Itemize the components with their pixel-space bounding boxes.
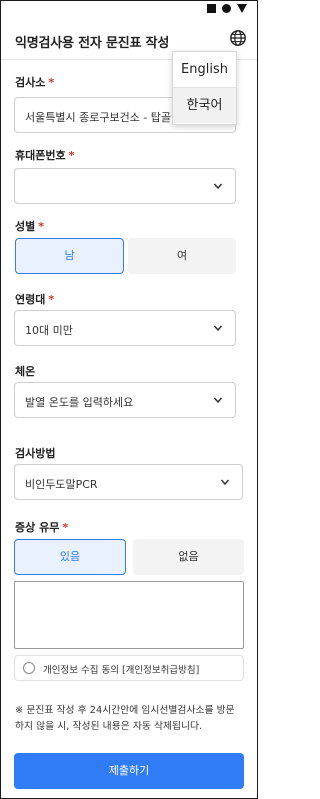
language-menu: English 한국어 (172, 51, 237, 125)
app-frame: 익명검사용 전자 문진표 작성 English 한국어 검사소 * 서울특별시 종… (0, 0, 258, 799)
temperature-placeholder: 발열 온도를 입력하세요 (25, 396, 134, 409)
symptoms-label: 증상 유무 * (15, 521, 69, 534)
language-option-korean[interactable]: 한국어 (173, 87, 236, 123)
status-square-icon (207, 4, 216, 13)
page-title: 익명검사용 전자 문진표 작성 (15, 36, 170, 51)
temperature-label: 체온 (15, 365, 36, 378)
required-mark: * (62, 521, 69, 534)
temperature-select[interactable]: 발열 온도를 입력하세요 (14, 382, 236, 418)
symptoms-option-yes[interactable]: 있음 (14, 539, 126, 575)
required-mark: * (48, 76, 55, 89)
consent-row[interactable]: 개인정보 수집 동의 [개인정보취급방침] (14, 655, 244, 681)
deletion-notice: ※ 문진표 작성 후 24시간안에 임시선별검사소를 방문하지 않을 시, 작성… (15, 705, 235, 732)
required-mark: * (48, 293, 55, 306)
phone-select[interactable] (14, 168, 236, 204)
method-label: 검사방법 (15, 447, 56, 460)
status-bar (1, 1, 257, 19)
method-select[interactable]: 비인두도말PCR (14, 464, 243, 500)
globe-icon[interactable] (229, 29, 247, 47)
gender-option-female[interactable]: 여 (128, 238, 236, 274)
chevron-down-icon (220, 479, 230, 486)
gender-label: 성별 * (15, 220, 45, 233)
required-mark: * (38, 220, 45, 233)
symptoms-textarea[interactable] (14, 581, 244, 649)
required-mark: * (68, 149, 75, 162)
status-triangle-icon (237, 4, 247, 13)
chevron-down-icon (213, 397, 223, 404)
method-value: 비인두도말PCR (25, 478, 98, 491)
age-select[interactable]: 10대 미만 (14, 310, 236, 346)
language-option-english[interactable]: English (173, 52, 236, 87)
consent-radio[interactable] (23, 662, 35, 674)
status-circle-icon (222, 4, 231, 13)
chevron-down-icon (213, 325, 223, 332)
test-site-label: 검사소 * (15, 76, 55, 89)
phone-label: 휴대폰번호 * (15, 149, 75, 162)
gender-option-male[interactable]: 남 (15, 238, 124, 274)
consent-label: 개인정보 수집 동의 [개인정보취급방침] (43, 665, 200, 676)
symptoms-option-no[interactable]: 없음 (133, 539, 244, 575)
chevron-down-icon (213, 183, 223, 190)
age-value: 10대 미만 (25, 324, 73, 337)
submit-button[interactable]: 제출하기 (14, 753, 244, 789)
age-label: 연령대 * (15, 293, 55, 306)
